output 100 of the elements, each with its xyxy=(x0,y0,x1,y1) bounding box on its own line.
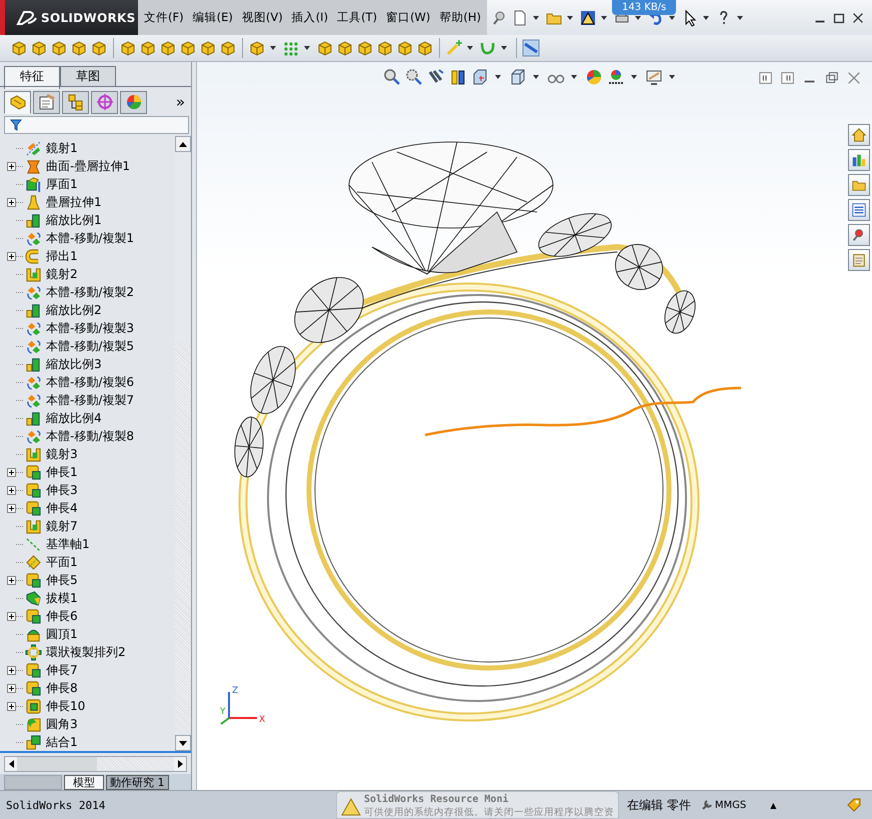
scroll-right-button[interactable] xyxy=(174,757,186,771)
caret-icon[interactable] xyxy=(501,46,507,50)
cube-icon[interactable] xyxy=(396,39,414,57)
caret-icon[interactable] xyxy=(270,46,276,50)
panel-icon-tab[interactable] xyxy=(62,90,89,114)
tree-item[interactable]: 本體-移動/複製2 xyxy=(46,284,134,300)
vertical-scrollbar[interactable] xyxy=(175,136,191,751)
task-pane-button[interactable] xyxy=(848,249,870,271)
cube-icon[interactable] xyxy=(316,39,334,57)
section-icon[interactable] xyxy=(449,68,467,86)
tree-item[interactable]: 伸長6 xyxy=(46,608,78,624)
tag-icon[interactable] xyxy=(846,797,862,813)
caret-icon[interactable] xyxy=(669,75,675,79)
tree-item[interactable]: 伸長3 xyxy=(46,482,78,498)
menu-item[interactable]: 插入(I) xyxy=(292,10,328,25)
expand-icon[interactable] xyxy=(7,684,16,692)
scroll-down-button[interactable] xyxy=(175,735,191,751)
tree-item[interactable]: 拔模1 xyxy=(46,590,78,606)
cube-icon[interactable] xyxy=(30,39,48,57)
cube-icon[interactable] xyxy=(376,39,394,57)
tree-item[interactable]: 鏡射3 xyxy=(46,446,78,462)
expand-icon[interactable] xyxy=(7,666,16,674)
panel-icon-tab[interactable] xyxy=(33,90,60,114)
units-button[interactable]: MMGS xyxy=(700,799,746,811)
scroll-thumb[interactable] xyxy=(175,152,191,342)
tree-item[interactable]: 本體-移動/複製6 xyxy=(46,374,134,390)
tree-item[interactable]: 本體-移動/複製7 xyxy=(46,392,134,408)
tree-item[interactable]: 縮放比例2 xyxy=(46,302,102,318)
expand-icon[interactable] xyxy=(7,504,16,512)
tree-item[interactable]: 伸長8 xyxy=(46,680,78,696)
task-pane-button[interactable] xyxy=(848,224,870,246)
tree-item[interactable]: 本體-移動/複製1 xyxy=(46,230,134,246)
zoom-icon[interactable] xyxy=(383,68,401,86)
menu-item[interactable]: 视图(V) xyxy=(242,10,283,25)
panel-icon-tab[interactable] xyxy=(91,90,118,114)
expand-icon[interactable] xyxy=(7,486,16,494)
overflow-button[interactable]: » xyxy=(176,93,185,111)
caret-icon[interactable] xyxy=(737,16,744,20)
menu-item[interactable]: 编辑(E) xyxy=(192,10,233,25)
tree-item[interactable]: 伸長10 xyxy=(46,698,86,714)
cube-icon[interactable] xyxy=(119,39,137,57)
monitor-icon[interactable] xyxy=(645,68,663,86)
model-tab[interactable]: 模型 xyxy=(64,775,104,790)
tree-item[interactable]: 本體-移動/複製5 xyxy=(46,338,134,354)
cube-icon[interactable] xyxy=(356,39,374,57)
tree-item[interactable]: 伸長4 xyxy=(46,500,78,516)
filter-field[interactable] xyxy=(4,116,189,134)
cube-outline-icon[interactable] xyxy=(509,68,527,86)
tree-item[interactable]: 疊層拉伸1 xyxy=(46,194,102,210)
units-menu-arrow[interactable]: ▲ xyxy=(770,800,776,810)
tree-item[interactable]: 掃出1 xyxy=(46,248,78,264)
caret-icon[interactable] xyxy=(467,46,473,50)
cube-icon[interactable] xyxy=(10,39,28,57)
cube-icon[interactable] xyxy=(90,39,108,57)
tree-item[interactable]: 基準軸1 xyxy=(46,536,90,552)
menu-item[interactable]: 帮助(H) xyxy=(439,10,482,25)
horizontal-scrollbar[interactable] xyxy=(4,756,187,772)
menu-item[interactable]: 文件(F) xyxy=(144,10,184,25)
cube-icon[interactable] xyxy=(336,39,354,57)
scroll-left-button[interactable] xyxy=(5,757,17,771)
cube-icon[interactable] xyxy=(219,39,237,57)
cube-icon[interactable] xyxy=(139,39,157,57)
tree-item[interactable]: 厚面1 xyxy=(46,176,78,192)
tree-item[interactable]: 縮放比例4 xyxy=(46,410,102,426)
panel-tab[interactable]: 草图 xyxy=(60,66,116,86)
task-pane-button[interactable] xyxy=(848,124,870,146)
caret-icon[interactable] xyxy=(567,16,574,20)
tree-item[interactable]: 圓角3 xyxy=(46,716,78,732)
caret-icon[interactable] xyxy=(533,16,540,20)
cube-icon[interactable] xyxy=(50,39,68,57)
tree-item[interactable]: 結合1 xyxy=(46,734,78,750)
task-pane-button[interactable] xyxy=(848,149,870,171)
expand-icon[interactable] xyxy=(7,576,16,584)
model-tab[interactable]: 動作研究 1 xyxy=(106,775,168,790)
tree-item[interactable]: 鏡射7 xyxy=(46,518,78,534)
zoom-area-icon[interactable] xyxy=(405,68,423,86)
restore-icon[interactable] xyxy=(824,70,840,86)
tree-item[interactable]: 伸長1 xyxy=(46,464,78,480)
expand-icon[interactable] xyxy=(7,162,16,170)
ruler-icon[interactable] xyxy=(522,39,540,57)
caret-icon[interactable] xyxy=(304,46,310,50)
task-pane-button[interactable] xyxy=(848,199,870,221)
tree-item[interactable]: 平面1 xyxy=(46,554,78,570)
split-left-icon[interactable] xyxy=(758,70,774,86)
tree-item[interactable]: 本體-移動/複製3 xyxy=(46,320,134,336)
menu-item[interactable]: 工具(T) xyxy=(337,10,378,25)
expand-icon[interactable] xyxy=(7,702,16,710)
task-pane-button[interactable] xyxy=(848,174,870,196)
panel-tab[interactable]: 特征 xyxy=(4,66,60,89)
tree-item[interactable]: 鏡射1 xyxy=(46,140,78,156)
caret-icon[interactable] xyxy=(571,75,577,79)
tree-item[interactable]: 伸長5 xyxy=(46,572,78,588)
cube-icon[interactable] xyxy=(179,39,197,57)
panel-splitter-handle[interactable] xyxy=(192,62,197,790)
tree-item[interactable]: 縮放比例3 xyxy=(46,356,102,372)
tree-item[interactable]: 本體-移動/複製8 xyxy=(46,428,134,444)
tree-item[interactable]: 曲面-疊層拉伸1 xyxy=(46,158,130,174)
view-cube-icon[interactable] xyxy=(471,68,489,86)
panel-icon-tab[interactable] xyxy=(4,90,31,114)
tree-item[interactable]: 伸長7 xyxy=(46,662,78,678)
